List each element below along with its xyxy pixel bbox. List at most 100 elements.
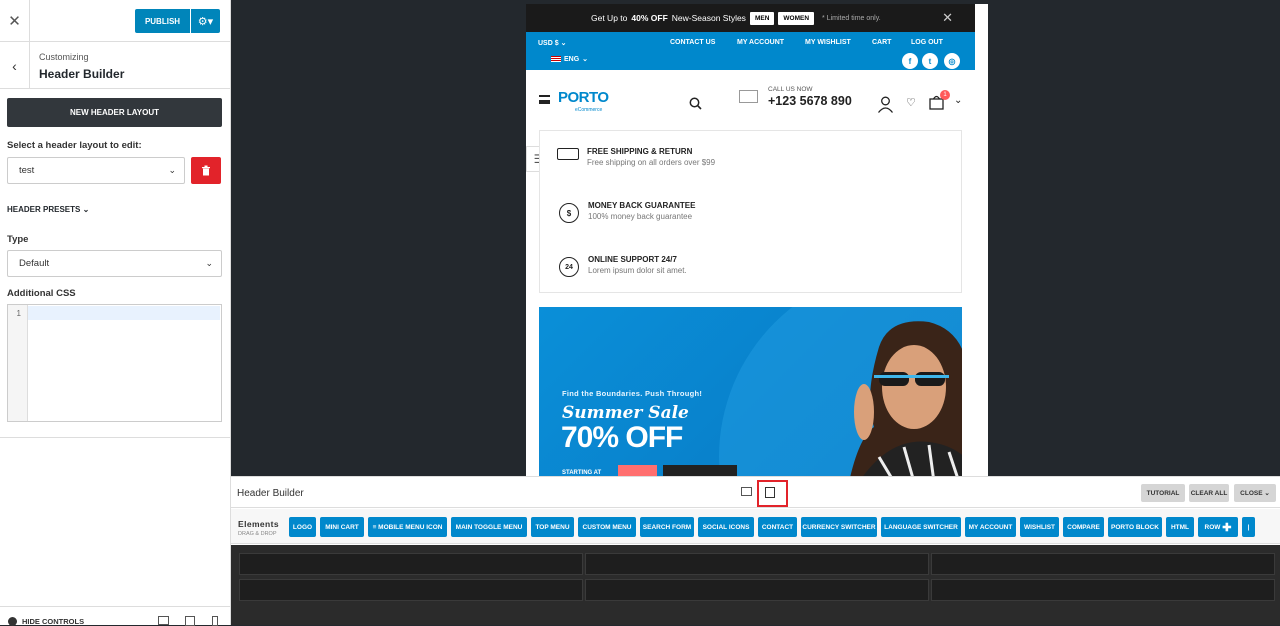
type-select[interactable]: Default ⌄ bbox=[7, 250, 222, 277]
info-box: FREE SHIPPING & RETURN Free shipping on … bbox=[539, 130, 962, 293]
page-title: Header Builder bbox=[39, 67, 125, 81]
sidebar-footer: HIDE CONTROLS bbox=[0, 606, 231, 626]
search-icon[interactable] bbox=[689, 97, 702, 110]
language-label: ENG bbox=[564, 55, 580, 63]
twitter-icon[interactable]: t bbox=[922, 53, 938, 69]
element-top-menu[interactable]: TOP MENU bbox=[531, 517, 574, 537]
chevron-down-icon[interactable]: ⌄ bbox=[954, 95, 962, 106]
customizer-sidebar: ✕ PUBLISH ⚙▾ ‹ Customizing Header Builde… bbox=[0, 0, 231, 626]
top-link-contact[interactable]: CONTACT US bbox=[670, 39, 715, 46]
user-icon[interactable] bbox=[877, 96, 894, 113]
grid-cell[interactable] bbox=[585, 579, 929, 601]
promo-text-after: New-Season Styles bbox=[671, 13, 746, 23]
element-social-icons[interactable]: SOCIAL ICONS bbox=[698, 517, 754, 537]
publish-button[interactable]: PUBLISH bbox=[135, 9, 190, 33]
facebook-icon[interactable]: f bbox=[902, 53, 918, 69]
chevron-down-icon: ⌄ bbox=[168, 164, 176, 175]
site-preview: Get Up to 40% OFF New-Season Styles MEN … bbox=[526, 4, 988, 476]
phone-image-placeholder bbox=[739, 90, 758, 103]
summer-sale-banner[interactable]: Find the Boundaries. Push Through! Summe… bbox=[539, 307, 962, 476]
banner-headline: 70% OFF bbox=[561, 421, 683, 454]
type-label: Type bbox=[7, 234, 29, 245]
language-switcher[interactable]: ENG ⌄ bbox=[551, 55, 588, 63]
desktop-preview-icon[interactable] bbox=[158, 616, 169, 625]
element-custom-menu[interactable]: CUSTOM MENU bbox=[578, 517, 636, 537]
top-link-cart[interactable]: CART bbox=[872, 39, 891, 46]
clear-all-button[interactable]: CLEAR ALL bbox=[1189, 484, 1229, 502]
breadcrumb-small: Customizing bbox=[39, 52, 89, 62]
dollar-icon: $ bbox=[559, 203, 579, 223]
flag-icon bbox=[551, 56, 561, 62]
element-search-form[interactable]: SEARCH FORM bbox=[640, 517, 694, 537]
grid-cell[interactable] bbox=[931, 553, 1275, 575]
element-mobile-menu-icon[interactable]: ≡ MOBILE MENU ICON bbox=[368, 517, 447, 537]
tutorial-button[interactable]: TUTORIAL bbox=[1141, 484, 1185, 502]
promo-note: * Limited time only. bbox=[822, 14, 881, 22]
element-html[interactable]: HTML bbox=[1166, 517, 1194, 537]
hamburger-menu-icon[interactable] bbox=[539, 95, 550, 104]
close-builder-button[interactable]: CLOSE ⌄ bbox=[1234, 484, 1276, 502]
top-link-logout[interactable]: LOG OUT bbox=[911, 39, 943, 46]
desktop-view-icon[interactable] bbox=[741, 487, 752, 496]
elements-title: Elements bbox=[238, 519, 279, 529]
element-logo[interactable]: LOGO bbox=[289, 517, 316, 537]
grid-cell[interactable] bbox=[931, 579, 1275, 601]
delete-layout-button[interactable] bbox=[191, 157, 221, 184]
info-title-support: ONLINE SUPPORT 24/7 bbox=[588, 255, 677, 264]
top-link-wishlist[interactable]: MY WISHLIST bbox=[805, 39, 851, 46]
header-presets-toggle[interactable]: HEADER PRESETS ⌄ bbox=[7, 205, 89, 214]
grid-cell[interactable] bbox=[585, 553, 929, 575]
plus-icon: ✚ bbox=[1222, 521, 1232, 534]
element-currency-switcher[interactable]: CURRENCY SWITCHER bbox=[801, 517, 877, 537]
additional-css-label: Additional CSS bbox=[7, 288, 76, 299]
grid-cell[interactable] bbox=[239, 553, 583, 575]
css-active-line bbox=[28, 306, 220, 320]
chevron-down-icon: ⌄ bbox=[82, 205, 90, 214]
row-label: ROW bbox=[1204, 523, 1221, 531]
chevron-down-icon: ⌄ bbox=[205, 257, 213, 268]
close-icon[interactable]: ✕ bbox=[0, 0, 30, 42]
banner-shop-button[interactable] bbox=[663, 465, 737, 476]
element-compare[interactable]: COMPARE bbox=[1063, 517, 1104, 537]
promo-men-link[interactable]: MEN bbox=[749, 11, 775, 25]
element-wishlist[interactable]: WISHLIST bbox=[1020, 517, 1059, 537]
call-us-label: CALL US NOW bbox=[768, 86, 813, 93]
css-line-number: 1 bbox=[8, 305, 28, 421]
currency-label: USD $ bbox=[538, 40, 559, 47]
tablet-view-icon[interactable] bbox=[765, 487, 775, 498]
layout-select-value: test bbox=[19, 165, 35, 176]
heart-icon[interactable]: ♡ bbox=[906, 96, 916, 109]
info-title-shipping: FREE SHIPPING & RETURN bbox=[587, 147, 693, 156]
element-contact[interactable]: CONTACT bbox=[758, 517, 797, 537]
gear-icon: ⚙▾ bbox=[197, 15, 214, 28]
divider-element[interactable]: | bbox=[1242, 517, 1255, 537]
header-presets-label: HEADER PRESETS bbox=[7, 205, 81, 214]
header-builder-panel: Header Builder TUTORIAL CLEAR ALL CLOSE … bbox=[231, 476, 1280, 625]
logo-subtitle: eCommerce bbox=[575, 107, 603, 113]
element-language-switcher[interactable]: LANGUAGE SWITCHER bbox=[881, 517, 961, 537]
trash-icon bbox=[202, 165, 210, 176]
add-row-button[interactable]: ROW ✚ bbox=[1198, 517, 1238, 537]
site-logo[interactable]: PORTO bbox=[558, 89, 609, 106]
element-main-toggle-menu[interactable]: MAIN TOGGLE MENU bbox=[451, 517, 527, 537]
element-my-account[interactable]: MY ACCOUNT bbox=[965, 517, 1016, 537]
element-mini-cart[interactable]: MINI CART bbox=[320, 517, 364, 537]
currency-switcher[interactable]: USD $ ⌄ bbox=[538, 39, 566, 47]
elements-subtitle: DRAG & DROP bbox=[238, 531, 277, 537]
sidebar-top-bar: ✕ PUBLISH ⚙▾ bbox=[0, 0, 230, 42]
settings-gear-button[interactable]: ⚙▾ bbox=[191, 9, 220, 33]
element-porto-block[interactable]: PORTO BLOCK bbox=[1108, 517, 1162, 537]
layout-select[interactable]: test ⌄ bbox=[7, 157, 185, 184]
sidebar-divider bbox=[0, 437, 231, 438]
banner-tagline: Find the Boundaries. Push Through! bbox=[562, 389, 703, 398]
back-arrow-icon[interactable]: ‹ bbox=[0, 42, 30, 89]
css-editor[interactable]: 1 bbox=[7, 304, 222, 422]
promo-discount: 40% OFF bbox=[631, 13, 668, 23]
top-link-account[interactable]: MY ACCOUNT bbox=[737, 39, 784, 46]
close-icon[interactable]: ✕ bbox=[942, 10, 953, 26]
promo-women-link[interactable]: WOMEN bbox=[778, 11, 815, 25]
new-header-layout-button[interactable]: NEW HEADER LAYOUT bbox=[7, 98, 222, 127]
phone-number[interactable]: +123 5678 890 bbox=[768, 94, 852, 108]
instagram-icon[interactable]: ◎ bbox=[944, 53, 960, 69]
grid-cell[interactable] bbox=[239, 579, 583, 601]
